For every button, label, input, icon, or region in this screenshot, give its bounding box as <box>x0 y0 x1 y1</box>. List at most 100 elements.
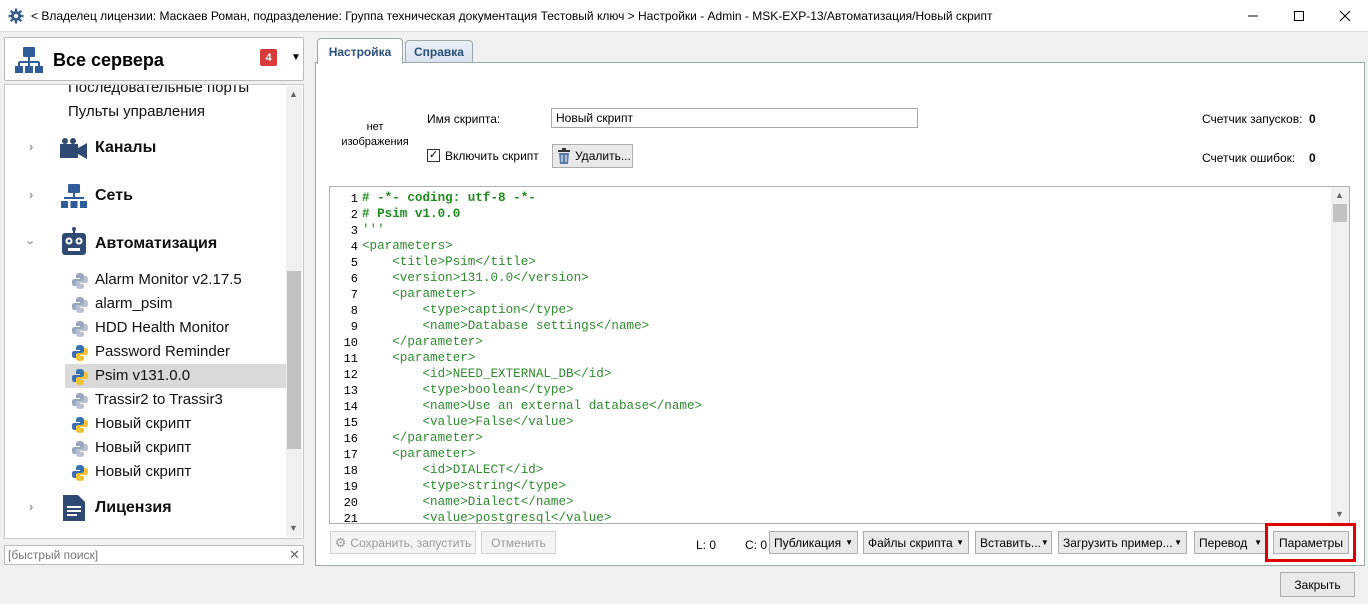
code-line: <name>Dialect</name> <box>362 495 574 509</box>
scroll-up-icon: ▲ <box>1335 190 1344 200</box>
code-line: # Psim v1.0.0 <box>362 207 461 221</box>
script-item-password-reminder[interactable]: Password Reminder <box>5 340 287 364</box>
maximize-icon <box>1294 11 1304 21</box>
insert-dropdown[interactable]: Вставить... ▼ <box>975 531 1052 554</box>
script-item-new-script-3[interactable]: Новый скрипт <box>5 460 287 484</box>
python-script-gray-icon <box>72 441 88 457</box>
column-indicator: C: 0 <box>745 538 768 552</box>
tree-item-label: Новый скрипт <box>95 415 192 432</box>
script-item-hdd-health-monitor[interactable]: HDD Health Monitor <box>5 316 287 340</box>
server-selector[interactable]: Все сервера 4 ▼ <box>4 37 304 81</box>
quick-search-input[interactable]: [быстрый поиск] ✕ <box>4 545 304 565</box>
load-example-dropdown[interactable]: Загрузить пример... ▼ <box>1058 531 1187 554</box>
script-files-label: Файлы скрипта <box>868 535 953 550</box>
delete-script-button[interactable]: Удалить... <box>552 144 633 168</box>
editor-scrollbar[interactable]: ▲ ▼ <box>1331 187 1349 523</box>
delete-button-label: Удалить... <box>575 149 631 163</box>
server-network-icon <box>15 47 43 73</box>
quick-search-placeholder: [быстрый поиск] <box>8 548 99 562</box>
script-item-alarm-monitor[interactable]: Alarm Monitor v2.17.5 <box>5 268 287 292</box>
tree-scrollbar-thumb[interactable] <box>287 271 301 449</box>
chevron-right-icon: › <box>29 187 34 202</box>
window-title: < Владелец лицензии: Маскаев Роман, подр… <box>31 9 993 23</box>
close-window-button[interactable] <box>1322 0 1368 32</box>
close-button[interactable]: Закрыть <box>1280 572 1355 597</box>
line-number: 11 <box>343 352 358 366</box>
line-number: 7 <box>350 288 358 302</box>
python-script-gray-icon <box>72 321 88 337</box>
script-item-trassir2-to-trassir3[interactable]: Trassir2 to Trassir3 <box>5 388 287 412</box>
dropdown-arrow-icon: ▼ <box>1174 538 1182 547</box>
minimize-button[interactable] <box>1230 0 1276 32</box>
code-line: ''' <box>362 223 385 237</box>
line-number: 4 <box>350 240 358 254</box>
tree-group-license[interactable]: › Лицензия <box>5 495 287 521</box>
code-line: <type>boolean</type> <box>362 383 574 397</box>
script-name-input[interactable]: Новый скрипт <box>551 108 918 128</box>
code-line: <type>caption</type> <box>362 303 574 317</box>
clear-search-icon[interactable]: ✕ <box>289 547 300 563</box>
camera-icon <box>60 138 87 159</box>
line-number: 2 <box>350 208 358 222</box>
tree-group-network[interactable]: › Сеть <box>5 184 287 208</box>
script-item-new-script-2[interactable]: Новый скрипт <box>5 436 287 460</box>
parameters-label: Параметры <box>1279 535 1343 550</box>
script-item-psim-selected[interactable]: Psim v131.0.0 <box>65 364 287 388</box>
line-number: 21 <box>343 512 358 524</box>
script-name-label: Имя скрипта: <box>427 112 501 126</box>
python-script-icon <box>72 417 88 433</box>
line-number: 16 <box>343 432 358 446</box>
script-code-editor[interactable]: 1 # -*- coding: utf-8 -*- 2 # Psim v1.0.0 3 '… <box>329 186 1350 524</box>
code-line: <parameters> <box>362 239 453 253</box>
tree-group-channels[interactable]: › Каналы <box>5 136 287 160</box>
dropdown-arrow-icon: ▼ <box>1040 538 1049 547</box>
enable-script-label: Включить скрипт <box>445 149 539 163</box>
dropdown-arrow-icon: ▼ <box>845 538 853 547</box>
tree-item-label: Psim v131.0.0 <box>95 367 191 384</box>
tree-item-control-panels[interactable]: Пульты управления <box>68 103 303 127</box>
code-line: <title>Psim</title> <box>362 255 536 269</box>
save-run-label: Сохранить, запустить <box>350 535 472 550</box>
network-icon <box>61 184 87 208</box>
script-image-placeholder: нет изображения <box>341 121 409 148</box>
line-number: 5 <box>350 256 358 270</box>
tab-label: Справка <box>414 45 464 59</box>
tree-group-automation[interactable]: › Автоматизация <box>5 227 287 256</box>
line-number: 10 <box>343 336 358 350</box>
chevron-right-icon: › <box>29 499 34 514</box>
run-counter-label: Счетчик запусков: <box>1202 112 1303 126</box>
editor-scrollbar-thumb[interactable] <box>1333 204 1347 222</box>
tree-item-serial-ports[interactable]: Последовательные порты <box>68 84 303 103</box>
translate-dropdown[interactable]: Перевод ▼ <box>1194 531 1267 554</box>
code-line: <id>NEED_EXTERNAL_DB</id> <box>362 367 612 381</box>
line-indicator: L: 0 <box>696 538 717 552</box>
publish-label: Публикация <box>774 535 842 550</box>
tree-item-label: Лицензия <box>95 499 172 516</box>
enable-script-checkbox[interactable]: ✓ <box>427 149 440 162</box>
script-item-new-script-1[interactable]: Новый скрипт <box>5 412 287 436</box>
maximize-button[interactable] <box>1276 0 1322 32</box>
script-files-dropdown[interactable]: Файлы скрипта ▼ <box>863 531 969 554</box>
parameters-button[interactable]: Параметры <box>1273 531 1349 554</box>
settings-gear-icon <box>8 8 24 24</box>
line-number: 13 <box>343 384 358 398</box>
insert-label: Вставить... <box>980 535 1041 550</box>
code-line: <name>Use an external database</name> <box>362 399 703 413</box>
line-number: 20 <box>343 496 358 510</box>
tree-item-label: Последовательные порты <box>68 84 250 96</box>
tab-help[interactable]: Справка <box>405 40 473 63</box>
python-script-icon <box>72 465 88 481</box>
scroll-down-icon: ▼ <box>1335 509 1344 519</box>
python-script-icon <box>72 369 88 385</box>
code-line: <version>131.0.0</version> <box>362 271 589 285</box>
tab-settings[interactable]: Настройка <box>317 38 403 64</box>
script-item-alarm-psim[interactable]: alarm_psim <box>5 292 287 316</box>
navigation-tree: Последовательные порты Пульты управления… <box>4 84 304 539</box>
tree-item-label: Trassir2 to Trassir3 <box>95 391 223 408</box>
tree-scrollbar[interactable]: ▲ ▼ <box>286 86 302 537</box>
cancel-button[interactable]: Отменить <box>481 531 556 554</box>
dropdown-arrow-icon: ▼ <box>956 538 964 547</box>
python-script-gray-icon <box>72 297 88 313</box>
save-and-run-button[interactable]: ⚙ Сохранить, запустить <box>330 531 476 554</box>
publish-dropdown[interactable]: Публикация ▼ <box>769 531 858 554</box>
